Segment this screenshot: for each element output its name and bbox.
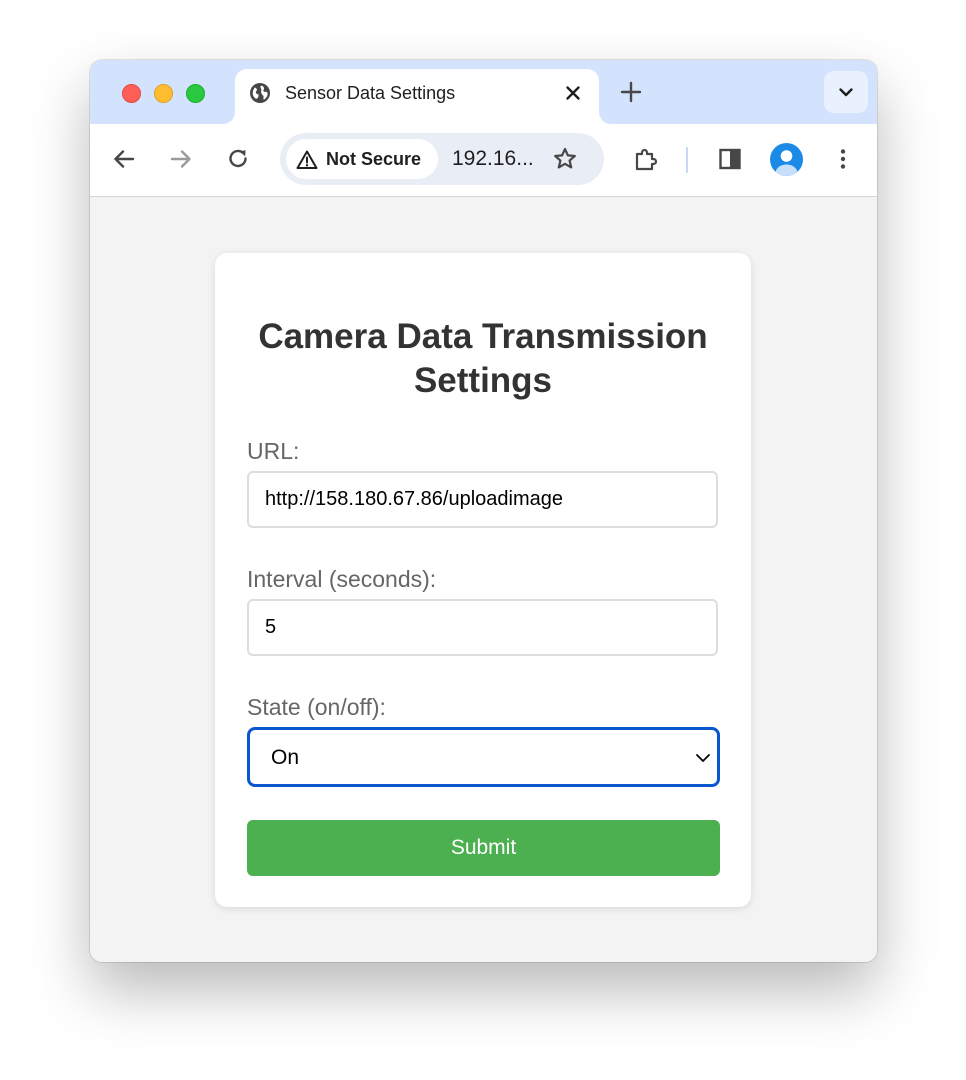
extensions-icon[interactable] [632,145,660,173]
forward-arrow-icon[interactable] [167,145,195,173]
close-tab-icon[interactable] [561,81,585,105]
security-label: Not Secure [326,149,422,169]
tab-strip: Sensor Data Settings [90,60,877,124]
page-title: Camera Data Transmission Settings [258,317,708,400]
chevron-down-icon [696,754,710,762]
security-chip[interactable]: Not Secure [286,139,438,179]
tab-title: Sensor Data Settings [285,83,456,103]
more-menu-icon[interactable] [829,145,857,173]
interval-label: Interval (seconds): [247,566,437,592]
interval-input[interactable] [247,599,718,656]
address-bar[interactable]: Not Secure 192.16... [280,133,604,185]
profile-avatar-icon[interactable] [770,143,803,176]
url-display[interactable]: 192.16... [452,147,534,171]
new-tab-icon[interactable] [618,79,644,105]
active-tab[interactable]: Sensor Data Settings [235,69,599,124]
side-panel-icon[interactable] [716,145,744,173]
url-label: URL: [247,438,300,464]
chevron-down-icon [839,88,853,97]
star-icon[interactable] [552,146,578,172]
close-window-button[interactable] [122,84,141,103]
state-label: State (on/off): [247,694,386,720]
warning-icon [296,150,318,169]
settings-card: Camera Data Transmission Settings URL: I… [215,253,751,907]
url-input[interactable] [247,471,718,528]
toolbar-divider [686,147,688,173]
maximize-window-button[interactable] [186,84,205,103]
globe-icon [250,83,270,103]
state-selected-value: On [271,746,300,769]
browser-toolbar: Not Secure 192.16... [90,124,877,197]
browser-window: Sensor Data Settings Not Secure 192.16..… [90,60,877,962]
back-arrow-icon[interactable] [110,145,138,173]
submit-button[interactable]: Submit [247,820,720,876]
page-viewport: Camera Data Transmission Settings URL: I… [90,197,877,962]
minimize-window-button[interactable] [154,84,173,103]
tab-search-button[interactable] [824,71,868,113]
person-icon [775,150,798,176]
reload-icon[interactable] [224,145,252,173]
state-select[interactable]: On [247,727,720,787]
